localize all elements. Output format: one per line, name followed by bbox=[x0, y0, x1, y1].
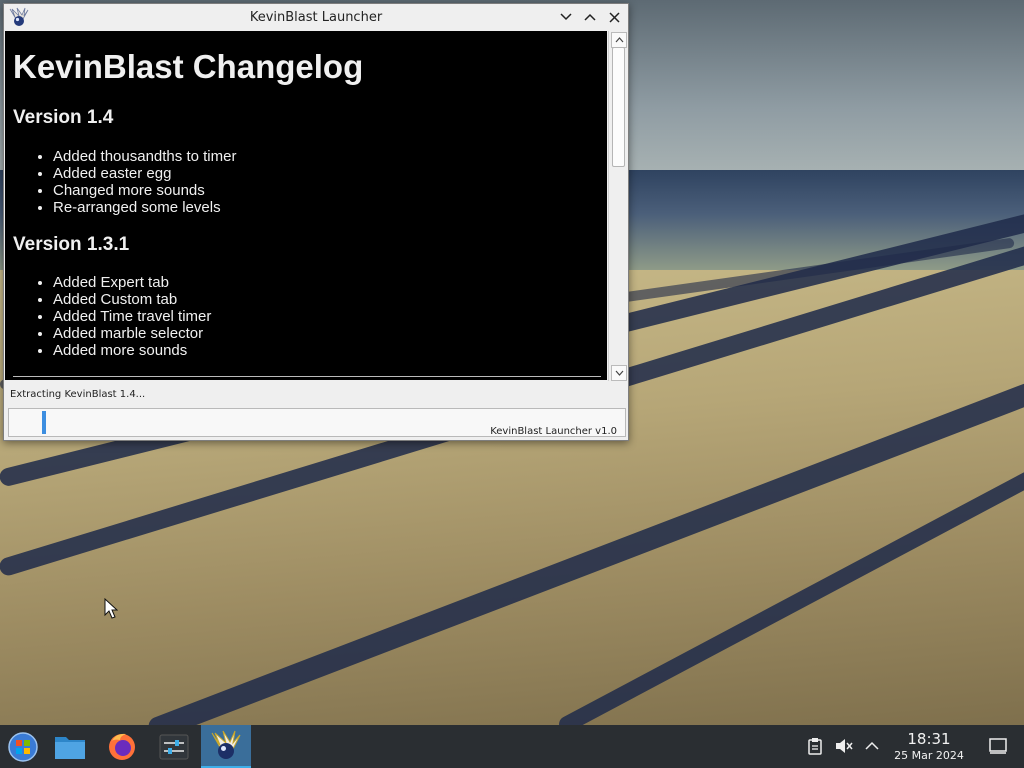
changelog-heading: KevinBlast Changelog bbox=[13, 48, 364, 85]
chevron-up-icon bbox=[615, 37, 623, 43]
window-title: KevinBlast Launcher bbox=[249, 10, 383, 25]
start-menu-icon bbox=[8, 731, 38, 762]
chevron-down-icon bbox=[615, 370, 623, 376]
progress-fill bbox=[42, 411, 46, 434]
close-button[interactable] bbox=[604, 8, 624, 26]
section-divider bbox=[13, 376, 601, 377]
system-settings-button[interactable] bbox=[151, 725, 197, 768]
changelog-item: Added Time travel timer bbox=[53, 308, 211, 325]
scroll-down-button[interactable] bbox=[611, 365, 627, 381]
changelog-item: Added more sounds bbox=[53, 342, 211, 359]
scroll-up-button[interactable] bbox=[611, 32, 627, 48]
folder-icon bbox=[55, 736, 85, 759]
version-list: Added Expert tab Added Custom tab Added … bbox=[13, 274, 211, 359]
mouse-cursor-icon bbox=[104, 598, 118, 619]
launcher-version-label: KevinBlast Launcher v1.0 bbox=[490, 426, 617, 437]
show-desktop-icon bbox=[989, 738, 1007, 754]
extract-progress-bar: KevinBlast Launcher v1.0 bbox=[8, 408, 626, 437]
clipboard-icon bbox=[808, 738, 822, 755]
firefox-icon bbox=[109, 733, 135, 760]
changelog-item: Added marble selector bbox=[53, 325, 211, 342]
chevron-down-icon bbox=[560, 13, 572, 21]
settings-sliders-icon bbox=[159, 734, 189, 759]
changelog-scrollbar[interactable] bbox=[608, 31, 627, 381]
clock-time: 18:31 bbox=[907, 730, 951, 748]
version-heading: Version 1.3.1 bbox=[13, 234, 130, 255]
clipboard-button[interactable] bbox=[805, 736, 825, 756]
volume-button[interactable] bbox=[834, 736, 854, 756]
file-manager-button[interactable] bbox=[47, 725, 93, 768]
status-text: Extracting KevinBlast 1.4... bbox=[10, 389, 146, 400]
kevinblast-app-icon bbox=[9, 7, 29, 26]
tray-expand-button[interactable] bbox=[862, 736, 882, 756]
launcher-window: KevinBlast Launcher KevinBlast Changelog… bbox=[3, 3, 629, 441]
minimize-button[interactable] bbox=[556, 8, 576, 26]
window-titlebar[interactable]: KevinBlast Launcher bbox=[4, 4, 628, 31]
changelog-view[interactable]: KevinBlast Changelog Version 1.4 Added t… bbox=[5, 31, 607, 380]
clock-date: 25 Mar 2024 bbox=[894, 749, 964, 762]
changelog-item: Added Custom tab bbox=[53, 291, 211, 308]
start-menu-button[interactable] bbox=[0, 725, 46, 768]
taskbar: 18:31 25 Mar 2024 bbox=[0, 725, 1024, 768]
volume-muted-icon bbox=[836, 739, 853, 753]
changelog-item: Added thousandths to timer bbox=[53, 148, 236, 165]
show-desktop-button[interactable] bbox=[988, 736, 1008, 756]
version-heading: Version 1.4 bbox=[13, 107, 114, 128]
firefox-button[interactable] bbox=[99, 725, 145, 768]
chevron-up-icon bbox=[584, 13, 596, 21]
changelog-item: Added easter egg bbox=[53, 165, 236, 182]
maximize-button[interactable] bbox=[580, 8, 600, 26]
kevinblast-icon bbox=[211, 730, 241, 759]
chevron-up-icon bbox=[865, 741, 879, 750]
changelog-item: Added Expert tab bbox=[53, 274, 211, 291]
changelog-item: Changed more sounds bbox=[53, 182, 236, 199]
scrollbar-thumb[interactable] bbox=[612, 47, 625, 167]
close-icon bbox=[608, 11, 620, 23]
kevinblast-task-button[interactable] bbox=[201, 725, 251, 768]
changelog-item: Re-arranged some levels bbox=[53, 199, 236, 216]
clock[interactable]: 18:31 25 Mar 2024 bbox=[886, 730, 972, 763]
version-list: Added thousandths to timer Added easter … bbox=[13, 148, 236, 216]
